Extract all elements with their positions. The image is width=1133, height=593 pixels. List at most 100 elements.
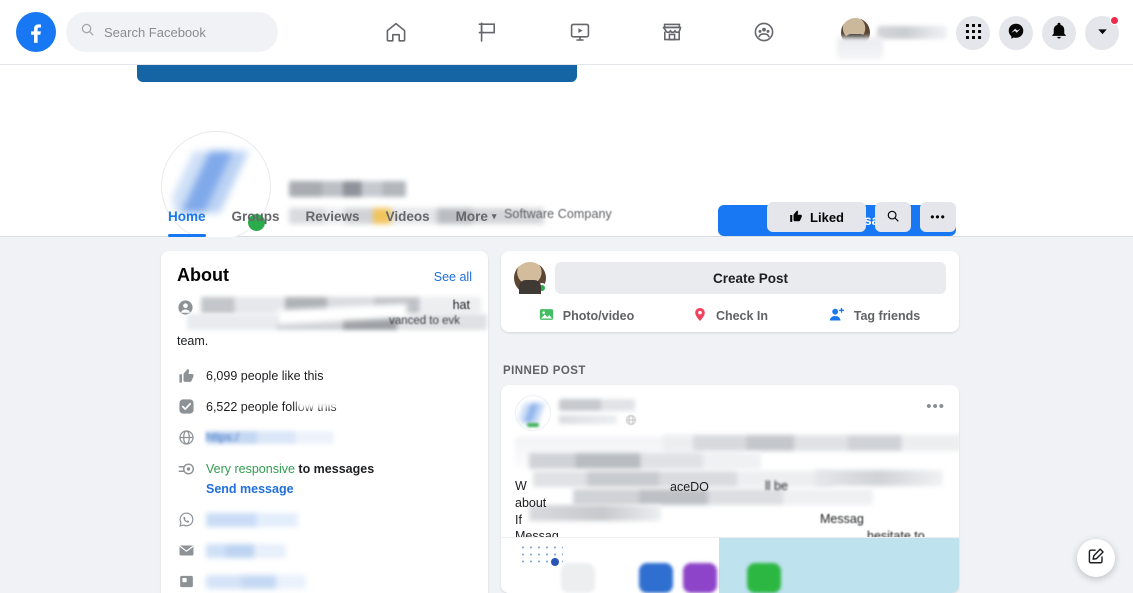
about-row-website[interactable]: https:/ bbox=[177, 422, 472, 453]
post-text-fragment-5: If bbox=[515, 513, 522, 527]
storefront-icon bbox=[660, 20, 684, 44]
pinned-post-label: PINNED POST bbox=[503, 365, 586, 377]
globe-icon bbox=[625, 413, 637, 431]
email-icon bbox=[177, 541, 196, 560]
nav-watch-button[interactable] bbox=[534, 8, 626, 56]
about-row-responsiveness: Very responsive to messages bbox=[177, 453, 472, 484]
thumbs-up-icon bbox=[177, 366, 196, 385]
tag-friends-button[interactable]: Tag friends bbox=[802, 306, 946, 326]
post-text-redacted-line-2 bbox=[529, 453, 761, 469]
flag-icon bbox=[476, 20, 500, 44]
about-title: About bbox=[177, 265, 229, 285]
compose-edit-icon bbox=[1087, 547, 1105, 570]
messenger-icon bbox=[639, 563, 673, 593]
photo-video-icon bbox=[538, 306, 555, 326]
about-row-app[interactable] bbox=[177, 566, 472, 593]
page-tabs: Home Groups Reviews Videos More ▾ bbox=[168, 197, 509, 237]
nav-marketplace-button[interactable] bbox=[626, 8, 718, 56]
grid-menu-button[interactable] bbox=[956, 15, 990, 50]
notification-badge-dot bbox=[1110, 15, 1119, 25]
facebook-page-screen: Software Company Send Message Hi! Please… bbox=[0, 0, 1133, 593]
notifications-button[interactable] bbox=[1042, 15, 1076, 50]
create-post-label: Create Post bbox=[712, 270, 789, 286]
video-play-icon bbox=[568, 20, 592, 44]
post-text-fragment-2: aceDO bbox=[670, 480, 709, 494]
post-text-redacted-line-1 bbox=[663, 435, 959, 451]
compose-floating-button[interactable] bbox=[1077, 539, 1115, 577]
responsive-badge-icon bbox=[177, 459, 196, 478]
post-more-options-button[interactable]: ••• bbox=[926, 399, 945, 414]
pinned-post-card: ••• W aceDO ll be about If Messag Messag… bbox=[501, 385, 959, 593]
post-author-name-redacted bbox=[559, 399, 635, 411]
about-email-redacted bbox=[206, 543, 286, 558]
tab-more-label: More bbox=[455, 209, 488, 224]
page-body: About See all hat vanced to evk team. 6,… bbox=[0, 237, 1133, 593]
account-chip[interactable] bbox=[837, 18, 947, 59]
about-row-follows: 6,522 people follow this bbox=[177, 390, 472, 422]
nav-groups-button[interactable] bbox=[718, 8, 810, 56]
search-bar[interactable] bbox=[66, 12, 278, 52]
responsiveness-suffix-label: to messages bbox=[294, 461, 375, 476]
messenger-button[interactable] bbox=[999, 15, 1033, 50]
about-description-tail-mid: vanced to evk bbox=[389, 315, 460, 327]
cover-photo[interactable] bbox=[137, 65, 577, 82]
about-description-tail-last: team. bbox=[177, 334, 209, 348]
post-author-avatar[interactable] bbox=[515, 395, 551, 431]
check-in-button[interactable]: Check In bbox=[658, 306, 802, 326]
post-text-fragment-6: Messag bbox=[820, 512, 864, 526]
post-text-fragment-3: ll be bbox=[765, 479, 788, 493]
groups-icon bbox=[752, 20, 776, 44]
tab-reviews-label: Reviews bbox=[305, 209, 360, 224]
grid-menu-icon bbox=[965, 23, 982, 43]
liked-button[interactable]: Liked bbox=[767, 202, 866, 232]
topbar-right-controls bbox=[837, 0, 1119, 65]
page-search-button[interactable] bbox=[875, 202, 911, 232]
about-description: hat vanced to evk team. bbox=[177, 297, 487, 356]
tab-reviews[interactable]: Reviews bbox=[293, 209, 373, 237]
page-more-options-button[interactable]: ••• bbox=[920, 202, 956, 232]
ellipsis-icon: ••• bbox=[930, 210, 946, 224]
about-see-all-link[interactable]: See all bbox=[434, 270, 472, 284]
tab-home[interactable]: Home bbox=[168, 209, 219, 237]
search-input[interactable] bbox=[104, 24, 264, 40]
about-send-message-link[interactable]: Send message bbox=[206, 482, 472, 496]
location-pin-icon bbox=[692, 306, 708, 326]
create-post-button[interactable]: Create Post bbox=[555, 262, 946, 294]
page-tab-actions: Liked ••• bbox=[767, 202, 956, 232]
post-text-fragment-4: about bbox=[515, 496, 547, 510]
nav-pages-button[interactable] bbox=[442, 8, 534, 56]
about-row-likes: 6,099 people like this bbox=[177, 360, 472, 391]
facebook-logo-icon[interactable] bbox=[16, 12, 56, 52]
account-menu-button[interactable] bbox=[1085, 15, 1119, 50]
photo-video-button[interactable]: Photo/video bbox=[514, 306, 658, 326]
tab-groups-label: Groups bbox=[231, 209, 280, 224]
pinned-post-body: W aceDO ll be about If Messag Messag hes… bbox=[515, 435, 959, 558]
tab-more[interactable]: More ▾ bbox=[443, 209, 510, 237]
redaction-smudge bbox=[837, 37, 883, 59]
liked-label: Liked bbox=[810, 209, 844, 225]
top-navigation-bar bbox=[0, 0, 1133, 65]
about-header: About See all bbox=[177, 265, 472, 286]
page-name-redacted bbox=[289, 181, 406, 197]
post-text-fragment-1: W bbox=[515, 479, 527, 493]
tab-home-label: Home bbox=[168, 209, 206, 224]
messenger-icon bbox=[1007, 22, 1025, 43]
tab-groups[interactable]: Groups bbox=[219, 209, 293, 237]
tag-friends-icon bbox=[828, 306, 846, 326]
photo-video-label: Photo/video bbox=[562, 309, 635, 323]
tab-videos[interactable]: Videos bbox=[373, 209, 443, 237]
thumbs-up-icon bbox=[789, 209, 803, 226]
about-whatsapp-redacted bbox=[206, 512, 298, 527]
about-row-email[interactable] bbox=[177, 535, 472, 566]
create-post-actions: Photo/video Check In Tag friends bbox=[514, 303, 946, 329]
responsiveness-status-label: Very responsive bbox=[206, 461, 295, 476]
post-attached-image[interactable] bbox=[501, 537, 959, 593]
chevron-down-icon: ▾ bbox=[491, 211, 497, 221]
nav-home-button[interactable] bbox=[350, 8, 442, 56]
about-row-whatsapp[interactable] bbox=[177, 504, 472, 535]
whatsapp-icon bbox=[177, 510, 196, 529]
avatar[interactable] bbox=[514, 262, 547, 294]
decorative-dot bbox=[551, 558, 559, 566]
bell-icon bbox=[1050, 22, 1068, 43]
tag-friends-label: Tag friends bbox=[853, 309, 921, 323]
